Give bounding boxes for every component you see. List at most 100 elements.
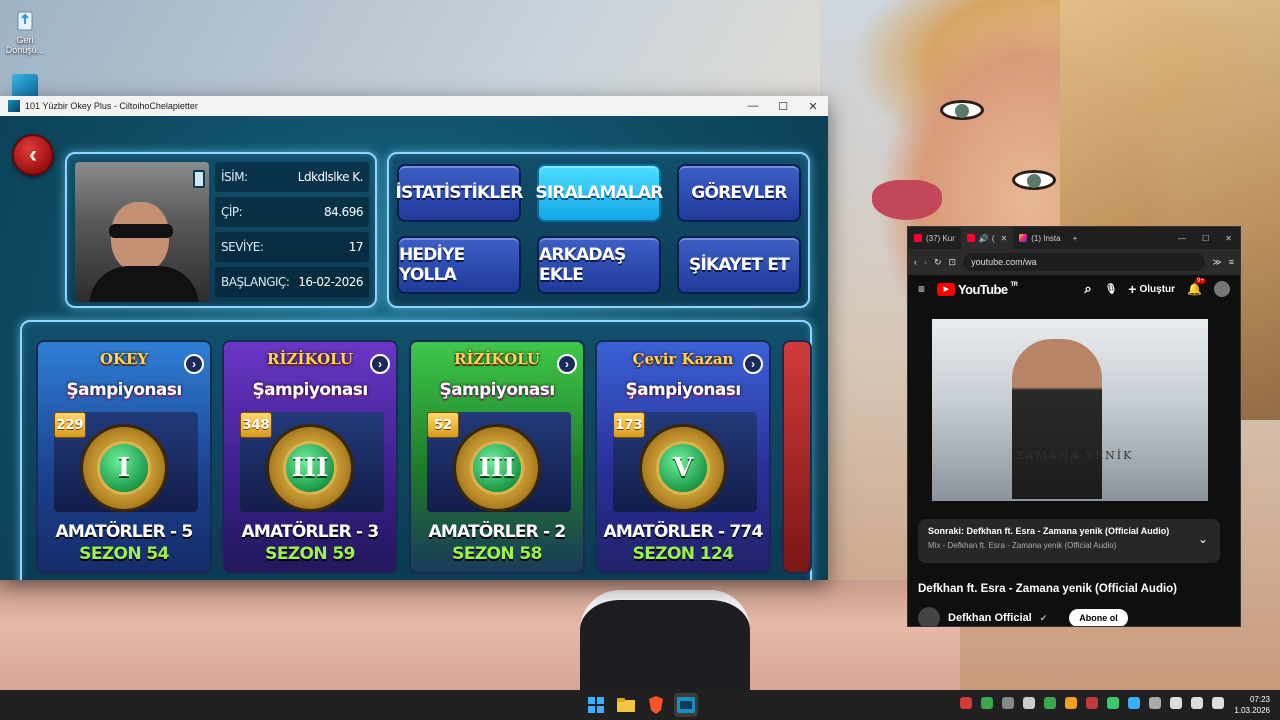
avatar[interactable]: [75, 162, 209, 302]
tray-app-icon[interactable]: [960, 697, 972, 709]
file-explorer-button[interactable]: [614, 693, 638, 717]
tournament-card[interactable]: OKEY Şampiyonası › 229 I AMATÖRLER - 5 S…: [36, 340, 212, 574]
chevron-right-icon[interactable]: ›: [743, 354, 763, 374]
okey-game-area: ‹ İSİM: Ldkdlslke K. ÇİP: 84.696 SEVİYE:…: [0, 116, 828, 580]
statistics-button[interactable]: İSTATİSTİKLER: [395, 164, 523, 222]
brave-browser-button[interactable]: [644, 693, 668, 717]
maximize-button[interactable]: ☐: [768, 96, 798, 116]
taskbar-apps: [584, 693, 698, 717]
tournament-card[interactable]: RİZİKOLU Şampiyonası › 52 III AMATÖRLER …: [409, 340, 585, 574]
browser-tab[interactable]: (37) Kur: [908, 227, 961, 249]
start-button[interactable]: [584, 693, 608, 717]
notification-badge: 9+: [1195, 278, 1206, 284]
profile-panel: İSİM: Ldkdlslke K. ÇİP: 84.696 SEVİYE: 1…: [65, 152, 377, 308]
close-button[interactable]: ✕: [798, 96, 828, 116]
volume-icon[interactable]: [1191, 697, 1203, 709]
video-player[interactable]: ZAMANA YENİK: [932, 319, 1208, 501]
extensions-icon[interactable]: ≫: [1212, 257, 1221, 268]
hamburger-icon[interactable]: ≡: [918, 282, 925, 296]
profile-row-start-date: BAŞLANGIÇ: 16-02-2026: [215, 267, 369, 297]
subscribe-button[interactable]: Abone ol: [1069, 609, 1128, 626]
new-tab-icon[interactable]: +: [1067, 234, 1084, 243]
tournament-level: AMATÖRLER - 2: [428, 522, 567, 542]
tray-app-icon[interactable]: [1065, 697, 1077, 709]
chevron-right-icon[interactable]: ›: [557, 354, 577, 374]
back-icon[interactable]: ‹: [914, 257, 917, 267]
clock[interactable]: 07:23 1.03.2026: [1234, 694, 1270, 716]
bookmark-icon[interactable]: ⊡: [949, 257, 957, 268]
okey-window: 101 Yüzbir Okey Plus - CiltoihoChelapiet…: [0, 96, 828, 580]
wallpaper-bottom: [0, 580, 960, 690]
send-gift-button[interactable]: HEDİYE YOLLA: [397, 236, 521, 294]
add-friend-button[interactable]: ARKADAŞ EKLE: [537, 236, 661, 294]
channel-name[interactable]: Defkhan Official: [948, 612, 1032, 624]
tray-app-icon[interactable]: [1107, 697, 1119, 709]
report-button[interactable]: ŞİKAYET ET: [677, 236, 801, 294]
profile-info: İSİM: Ldkdlslke K. ÇİP: 84.696 SEVİYE: 1…: [215, 162, 369, 302]
tray-app-icon[interactable]: [1044, 697, 1056, 709]
okey-taskbar-button[interactable]: [674, 693, 698, 717]
tournament-card[interactable]: RİZİKOLU Şampiyonası › 348 III AMATÖRLER…: [222, 340, 398, 574]
up-next-subtitle: Mix - Defkhan ft. Esra - Zamana yenik (O…: [928, 541, 1117, 550]
tasks-button[interactable]: GÖREVLER: [677, 164, 801, 222]
menu-icon[interactable]: ≡: [1229, 257, 1234, 267]
battery-icon[interactable]: [1212, 697, 1224, 709]
tournament-card[interactable]: Çevir Kazan Şampiyonası › 173 V AMATÖRLE…: [595, 340, 771, 574]
okey-window-title: 101 Yüzbir Okey Plus - CiltoihoChelapiet…: [25, 101, 198, 111]
browser-tab[interactable]: (1) Insta: [1013, 227, 1066, 249]
chevron-right-icon[interactable]: ›: [184, 354, 204, 374]
okey-titlebar[interactable]: 101 Yüzbir Okey Plus - CiltoihoChelapiet…: [0, 96, 828, 116]
okey-app-icon: [8, 100, 20, 112]
back-arrow-icon: ‹: [29, 141, 37, 168]
tray-app-icon[interactable]: [1086, 697, 1098, 709]
tray-app-icon[interactable]: [1128, 697, 1140, 709]
wallpaper-eye: [940, 100, 984, 120]
search-icon[interactable]: ⌕: [1084, 281, 1091, 297]
back-button[interactable]: ‹: [12, 134, 54, 176]
address-bar[interactable]: youtube.com/wa: [963, 253, 1206, 271]
clock-date: 1.03.2026: [1234, 706, 1270, 715]
browser-close-icon[interactable]: ✕: [1217, 234, 1240, 243]
up-next-panel[interactable]: Sonraki: Defkhan ft. Esra - Zamana yenik…: [918, 519, 1220, 563]
create-button[interactable]: ⌕ 🎙 + Oluştur: [1084, 281, 1175, 297]
channel-avatar[interactable]: [918, 607, 940, 626]
minimize-button[interactable]: —: [738, 96, 768, 116]
wifi-icon[interactable]: [1170, 697, 1182, 709]
browser-tab-active[interactable]: 🔊 ( ✕: [960, 227, 1014, 249]
profile-label: İSİM:: [221, 170, 248, 184]
rankings-button[interactable]: SIRALAMALAR: [535, 164, 663, 222]
phone-icon: [193, 170, 205, 188]
tray-app-icon[interactable]: [1002, 697, 1014, 709]
tray-app-icon[interactable]: [1149, 697, 1161, 709]
youtube-logo[interactable]: ▶ YouTube TR: [937, 282, 1018, 297]
verified-icon: ✔: [1039, 612, 1048, 623]
video-person: [1012, 339, 1102, 499]
chevron-down-icon[interactable]: ⌄: [1198, 532, 1208, 546]
medal-icon: III: [266, 424, 354, 512]
channel-row: Defkhan Official ✔ Abone ol: [918, 607, 1128, 626]
medal-icon: III: [453, 424, 541, 512]
tournament-card-partial[interactable]: [782, 340, 812, 574]
tray-app-icon[interactable]: [981, 697, 993, 709]
profile-row-chips: ÇİP: 84.696: [215, 197, 369, 227]
profile-label: ÇİP:: [221, 205, 243, 219]
video-title: Defkhan ft. Esra - Zamana yenik (Officia…: [918, 583, 1178, 595]
account-avatar[interactable]: [1214, 281, 1230, 297]
profile-value: 84.696: [324, 205, 364, 219]
youtube-header: ≡ ▶ YouTube TR ⌕ 🎙 + Oluştur 🔔 9+: [908, 275, 1240, 303]
browser-maximize-icon[interactable]: ☐: [1194, 234, 1217, 243]
create-label: Oluştur: [1139, 283, 1176, 295]
recycle-bin-shortcut[interactable]: Geri Dönüşü...: [0, 6, 50, 55]
chevron-right-icon[interactable]: ›: [370, 354, 390, 374]
browser-minimize-icon[interactable]: —: [1170, 234, 1194, 243]
reload-icon[interactable]: ↻: [934, 257, 942, 268]
medal-icon: I: [80, 424, 168, 512]
microphone-icon[interactable]: 🎙: [1105, 284, 1118, 295]
avatar-shirt: [89, 266, 199, 302]
medal-rank: I: [97, 441, 151, 495]
close-tab-icon[interactable]: ✕: [1001, 234, 1008, 243]
notifications-icon[interactable]: 🔔 9+: [1187, 278, 1206, 296]
forward-icon[interactable]: ›: [924, 257, 927, 267]
tournament-season: SEZON 59: [265, 544, 355, 564]
tray-app-icon[interactable]: [1023, 697, 1035, 709]
